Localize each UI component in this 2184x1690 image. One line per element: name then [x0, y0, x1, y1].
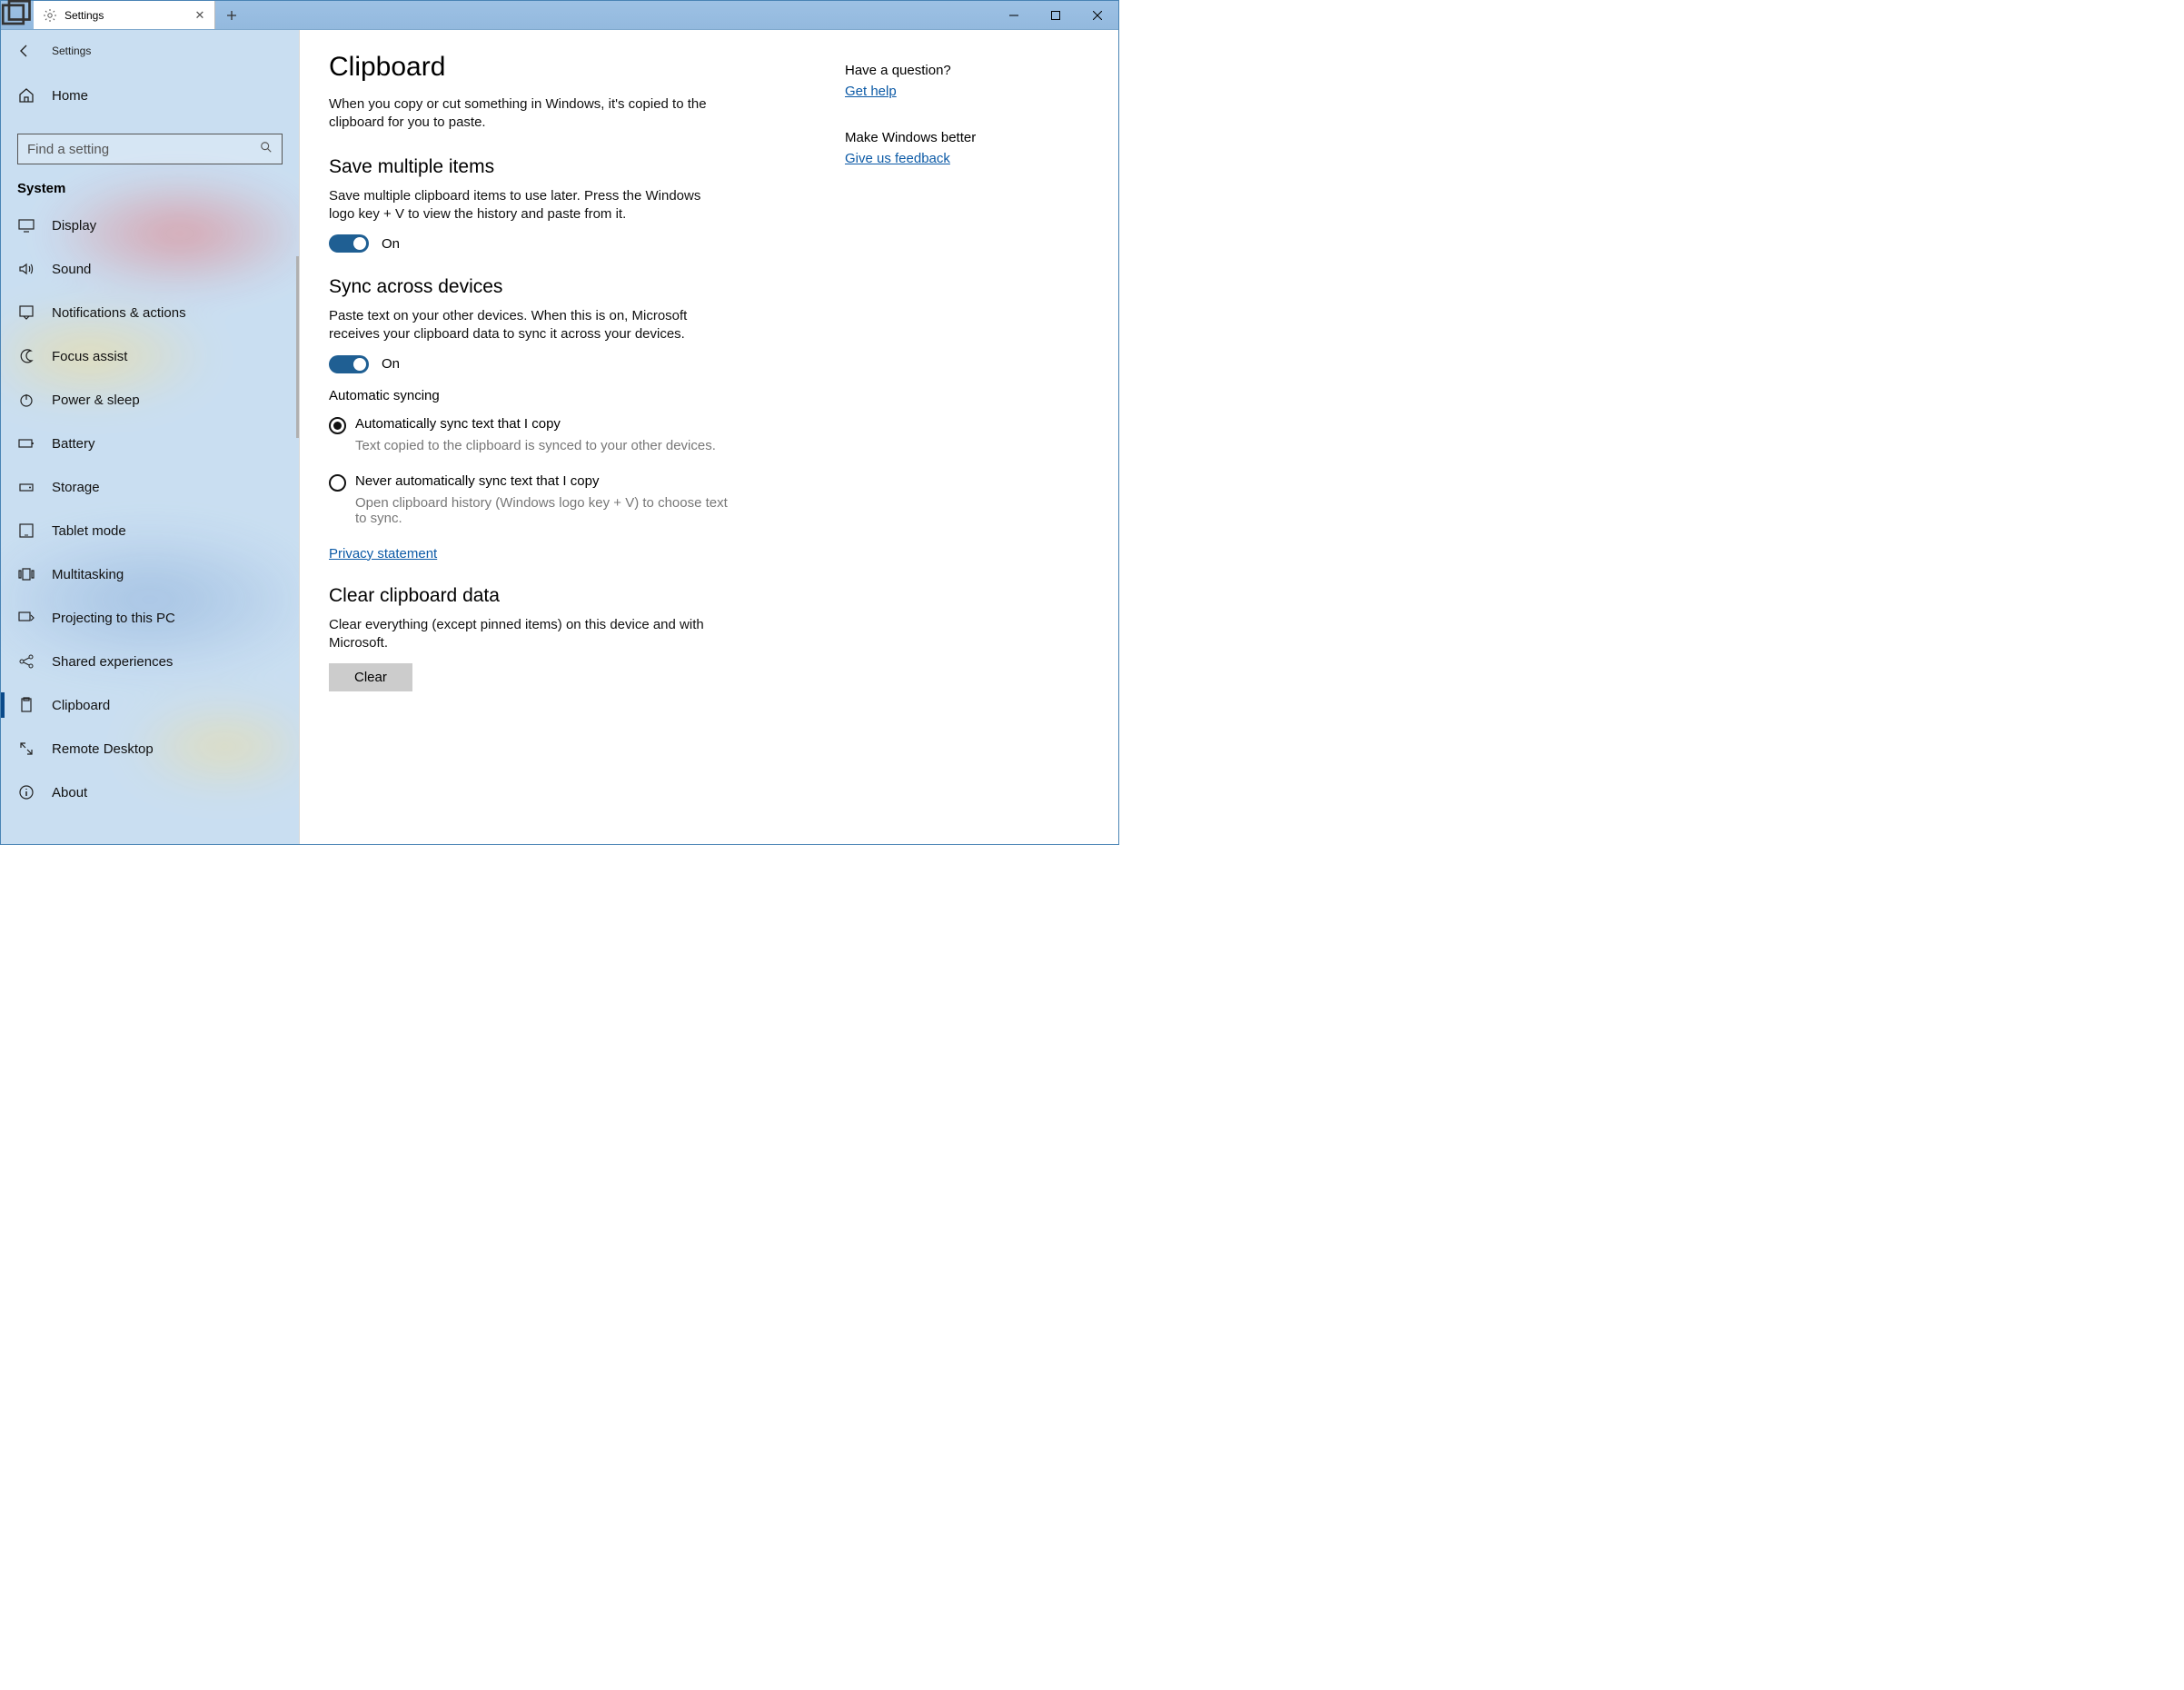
tab-settings[interactable]: Settings ✕	[34, 1, 215, 29]
radio-auto-sync-hint: Text copied to the clipboard is synced t…	[355, 438, 737, 453]
aside: Have a question? Get help Make Windows b…	[845, 30, 1081, 844]
focus-icon	[17, 347, 35, 365]
gear-icon	[43, 8, 57, 23]
radio-never-sync-label: Never automatically sync text that I cop…	[355, 473, 599, 489]
nav-focus[interactable]: Focus assist	[1, 334, 299, 378]
close-button[interactable]	[1077, 1, 1118, 29]
clear-desc: Clear everything (except pinned items) o…	[329, 616, 720, 653]
nav-display[interactable]: Display	[1, 204, 299, 247]
home-icon	[17, 86, 35, 104]
feedback-heading: Make Windows better	[845, 130, 1063, 145]
battery-icon	[17, 434, 35, 452]
nav-sound[interactable]: Sound	[1, 247, 299, 291]
maximize-button[interactable]	[1035, 1, 1077, 29]
search-box[interactable]	[17, 134, 283, 164]
about-icon	[17, 783, 35, 801]
tab-close-icon[interactable]: ✕	[193, 8, 207, 23]
auto-sync-label: Automatic syncing	[329, 388, 816, 403]
display-icon	[17, 216, 35, 234]
nav-shared[interactable]: Shared experiences	[1, 640, 299, 683]
nav-about[interactable]: About	[1, 770, 299, 814]
remote-icon	[17, 740, 35, 758]
sync-toggle-state: On	[382, 356, 400, 372]
projecting-icon	[17, 609, 35, 627]
sound-icon	[17, 260, 35, 278]
feedback-link[interactable]: Give us feedback	[845, 151, 1063, 166]
sync-heading: Sync across devices	[329, 276, 816, 298]
nav-home[interactable]: Home	[1, 74, 299, 117]
category-header: System	[1, 174, 299, 202]
nav-projecting[interactable]: Projecting to this PC	[1, 596, 299, 640]
search-icon	[260, 141, 273, 157]
nav-remote[interactable]: Remote Desktop	[1, 727, 299, 770]
radio-never-sync[interactable]: Never automatically sync text that I cop…	[329, 473, 816, 492]
clipboard-icon	[17, 696, 35, 714]
privacy-link[interactable]: Privacy statement	[329, 546, 437, 562]
nav-clipboard[interactable]: Clipboard	[1, 683, 299, 727]
sidebar-scrollbar[interactable]	[296, 256, 299, 438]
radio-icon	[329, 417, 346, 434]
sync-desc: Paste text on your other devices. When t…	[329, 307, 720, 344]
save-toggle-state: On	[382, 236, 400, 252]
radio-never-sync-hint: Open clipboard history (Windows logo key…	[355, 495, 737, 526]
tablet-icon	[17, 522, 35, 540]
radio-icon	[329, 474, 346, 492]
nav-tablet[interactable]: Tablet mode	[1, 509, 299, 552]
nav-battery[interactable]: Battery	[1, 422, 299, 465]
get-help-link[interactable]: Get help	[845, 84, 1063, 99]
question-heading: Have a question?	[845, 63, 1063, 78]
clear-button[interactable]: Clear	[329, 663, 412, 691]
search-input[interactable]	[27, 142, 260, 157]
new-tab-button[interactable]	[215, 1, 248, 29]
minimize-button[interactable]	[993, 1, 1035, 29]
page-title: Clipboard	[329, 52, 816, 83]
power-icon	[17, 391, 35, 409]
app-title: Settings	[52, 45, 91, 57]
taskview-icon[interactable]	[1, 1, 34, 29]
storage-icon	[17, 478, 35, 496]
nav-storage[interactable]: Storage	[1, 465, 299, 509]
sidebar: Settings Home System Display Sound Notif…	[1, 30, 299, 844]
shared-icon	[17, 652, 35, 671]
back-button[interactable]	[8, 35, 41, 67]
main-content: Clipboard When you copy or cut something…	[300, 30, 845, 844]
page-intro: When you copy or cut something in Window…	[329, 95, 720, 133]
save-desc: Save multiple clipboard items to use lat…	[329, 187, 720, 224]
nav-notifications[interactable]: Notifications & actions	[1, 291, 299, 334]
nav-power[interactable]: Power & sleep	[1, 378, 299, 422]
save-toggle[interactable]	[329, 234, 369, 253]
radio-auto-sync-label: Automatically sync text that I copy	[355, 416, 561, 432]
clear-heading: Clear clipboard data	[329, 585, 816, 607]
multitasking-icon	[17, 565, 35, 583]
nav-multitasking[interactable]: Multitasking	[1, 552, 299, 596]
radio-auto-sync[interactable]: Automatically sync text that I copy	[329, 416, 816, 434]
tab-title: Settings	[65, 9, 185, 22]
sync-toggle[interactable]	[329, 355, 369, 373]
titlebar: Settings ✕	[1, 1, 1118, 30]
notifications-icon	[17, 303, 35, 322]
save-heading: Save multiple items	[329, 156, 816, 178]
